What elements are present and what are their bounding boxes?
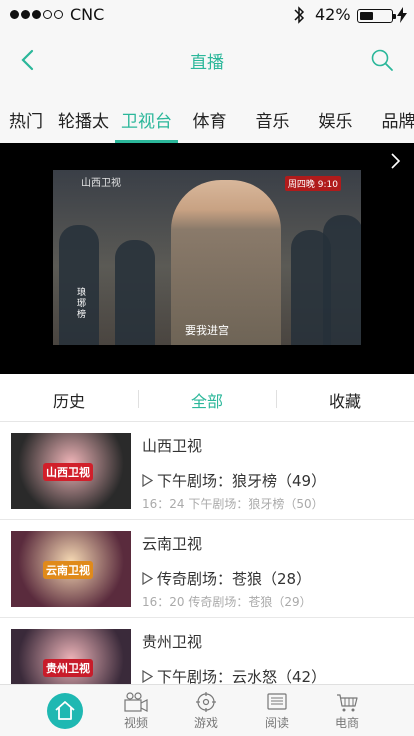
battery-percentage: 42% <box>315 5 351 24</box>
play-icon <box>142 572 153 585</box>
book-icon <box>267 693 287 710</box>
video-actor-figure <box>171 180 281 345</box>
page-title: 直播 <box>190 53 224 73</box>
game-icon <box>196 692 216 712</box>
show-caption: 琅琊榜 <box>77 288 87 320</box>
channel-thumbnail: 云南卫视 <box>11 531 131 607</box>
next-program: 16：20 传奇剧场：苍狼（29） <box>142 595 312 609</box>
nav-read-label: 阅读 <box>264 716 289 730</box>
home-button[interactable] <box>47 693 83 729</box>
status-bar: CNC 42% <box>0 0 414 30</box>
nav-video[interactable]: 视频 <box>111 691 161 731</box>
channel-thumbnail: 贵州卫视 <box>11 629 131 684</box>
next-program: 16：24 下午剧场：狼牙榜（50） <box>142 497 324 511</box>
category-tabs: 热门 轮播太 卫视台 体育 音乐 娱乐 品牌 <box>0 90 414 143</box>
tab-entertainment[interactable]: 娱乐 <box>304 90 367 143</box>
search-icon[interactable] <box>370 48 394 72</box>
bluetooth-icon <box>294 6 305 24</box>
tab-sports[interactable]: 体育 <box>178 90 241 143</box>
charging-icon <box>397 7 407 23</box>
tab-brand[interactable]: 品牌 <box>367 90 414 143</box>
now-playing-text: 传奇剧场：苍狼（28） <box>157 570 312 588</box>
channel-name: 云南卫视 <box>142 535 203 553</box>
video-icon <box>124 692 148 712</box>
nav-shop[interactable]: 电商 <box>322 691 372 731</box>
channel-name: 贵州卫视 <box>142 633 203 651</box>
video-frame: 山西卫视 周四晚 9:10 琅琊榜 要我进宫 <box>53 170 361 345</box>
tab-music[interactable]: 音乐 <box>241 90 304 143</box>
tab-satellite[interactable]: 卫视台 <box>115 90 178 143</box>
channel-item[interactable]: 贵州卫视 贵州卫视 下午剧场：云水怒（42） <box>0 618 414 684</box>
filter-favorites[interactable]: 收藏 <box>276 374 414 421</box>
now-playing: 下午剧场：狼牙榜（49） <box>142 470 326 491</box>
signal-strength-icon <box>10 10 63 19</box>
battery-icon <box>357 9 396 23</box>
tab-hot[interactable]: 热门 <box>0 90 52 143</box>
now-playing-text: 下午剧场：云水怒（42） <box>157 668 327 684</box>
nav-header: 直播 <box>0 30 414 90</box>
channel-list: 山西卫视 山西卫视 下午剧场：狼牙榜（49） 16：24 下午剧场：狼牙榜（50… <box>0 422 414 684</box>
channel-logo: 贵州卫视 <box>43 659 93 677</box>
program-badge: 周四晚 9:10 <box>284 176 341 191</box>
channel-logo: 云南卫视 <box>43 561 93 579</box>
nav-shop-label: 电商 <box>334 716 359 730</box>
channel-item[interactable]: 云南卫视 云南卫视 传奇剧场：苍狼（28） 16：20 传奇剧场：苍狼（29） <box>0 520 414 618</box>
play-icon <box>142 670 153 683</box>
channel-item[interactable]: 山西卫视 山西卫视 下午剧场：狼牙榜（49） 16：24 下午剧场：狼牙榜（50… <box>0 422 414 520</box>
now-playing-text: 下午剧场：狼牙榜（49） <box>157 472 327 490</box>
chevron-right-icon[interactable] <box>388 152 402 170</box>
home-icon <box>55 701 75 720</box>
cart-icon <box>337 694 358 712</box>
now-playing: 下午剧场：云水怒（42） <box>142 666 326 684</box>
filter-history[interactable]: 历史 <box>0 374 138 421</box>
filter-all[interactable]: 全部 <box>138 374 276 421</box>
now-playing: 传奇剧场：苍狼（28） <box>142 568 311 589</box>
channel-thumbnail: 山西卫视 <box>11 433 131 509</box>
nav-game-label: 游戏 <box>193 716 218 730</box>
play-icon <box>142 474 153 487</box>
video-player[interactable]: 山西卫视 周四晚 9:10 琅琊榜 要我进宫 <box>0 143 414 374</box>
channel-watermark: 山西卫视 <box>81 178 121 189</box>
bottom-nav: 视频 游戏 阅读 电商 <box>0 684 414 736</box>
nav-read[interactable]: 阅读 <box>252 691 302 731</box>
filter-tabs: 历史 全部 收藏 <box>0 374 414 422</box>
nav-video-label: 视频 <box>123 716 148 730</box>
channel-name: 山西卫视 <box>142 437 203 455</box>
tab-carousel[interactable]: 轮播太 <box>52 90 115 143</box>
channel-logo: 山西卫视 <box>43 463 93 481</box>
carrier-name: CNC <box>70 5 105 24</box>
nav-game[interactable]: 游戏 <box>181 691 231 731</box>
video-subtitle: 要我进宫 <box>185 324 229 337</box>
